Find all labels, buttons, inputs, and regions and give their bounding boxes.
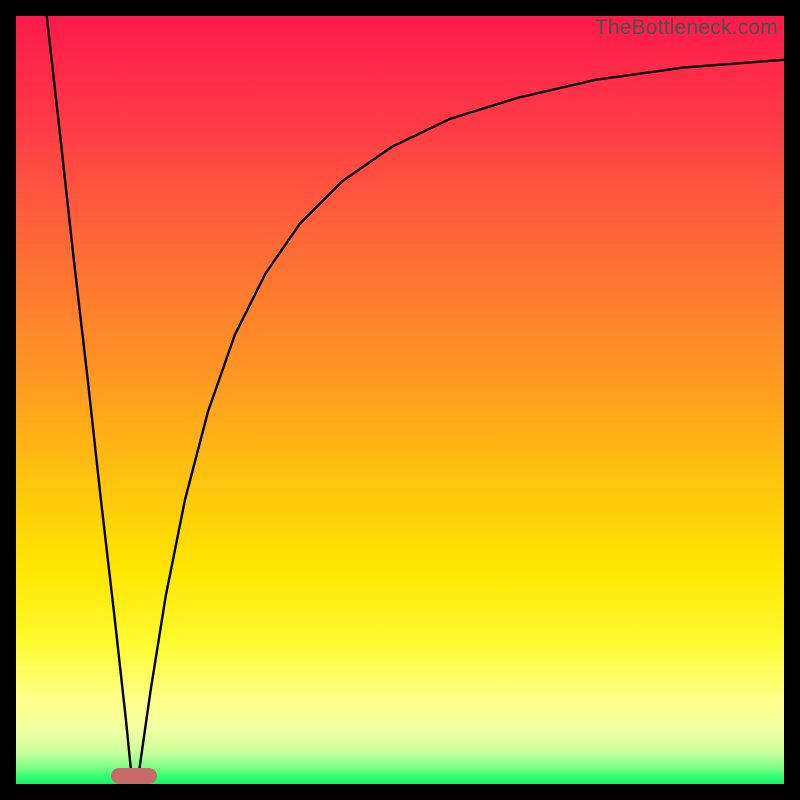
plot-area: TheBottleneck.com bbox=[16, 16, 784, 784]
curve-layer bbox=[16, 16, 784, 784]
chart-frame: TheBottleneck.com bbox=[16, 16, 784, 784]
series-right-branch bbox=[139, 60, 784, 773]
bottleneck-marker bbox=[111, 768, 157, 784]
series-left-branch bbox=[47, 16, 131, 772]
